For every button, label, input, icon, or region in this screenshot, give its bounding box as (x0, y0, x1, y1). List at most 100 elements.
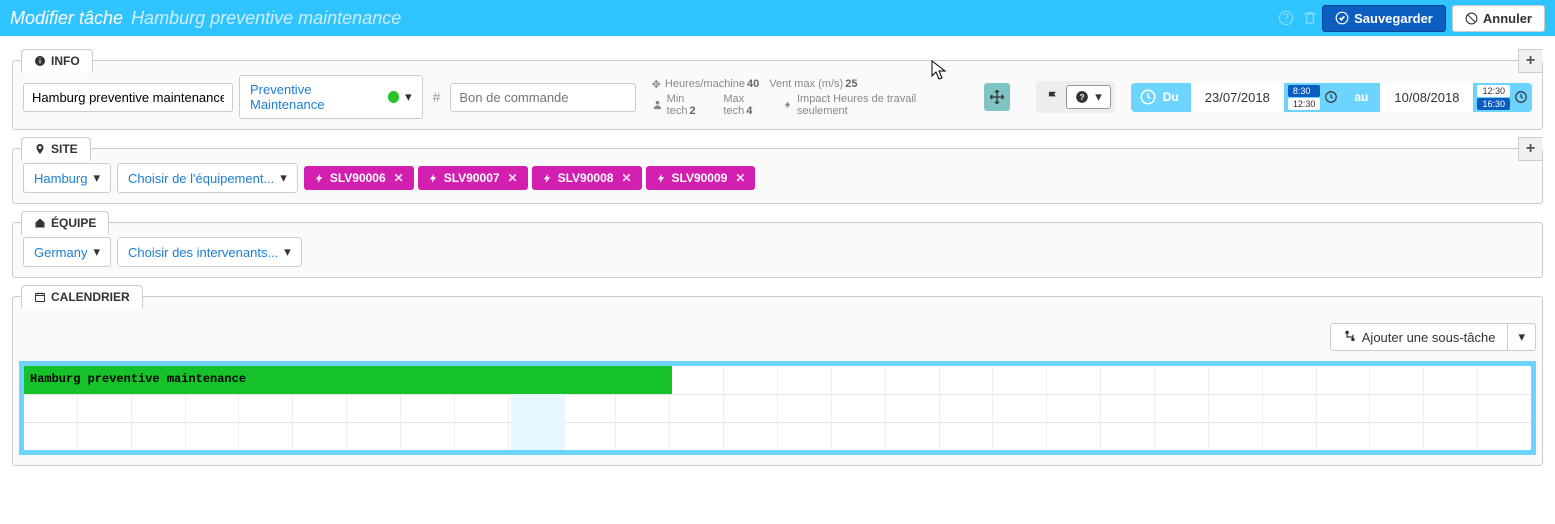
bolt-icon (314, 173, 325, 184)
task-meta: ✥ Heures/machine40 Vent max (m/s)25 Min … (652, 78, 970, 117)
wind-max-value: 25 (845, 78, 857, 90)
clock-icon (1514, 90, 1528, 104)
bolt-icon (428, 173, 439, 184)
caret-down-icon: ▾ (1095, 89, 1102, 105)
site-panel-title: SITE (51, 142, 78, 156)
bolt-icon (783, 100, 793, 110)
save-button-label: Sauvegarder (1354, 11, 1433, 26)
bolt-icon (542, 173, 553, 184)
from-time-end[interactable]: 12:30 (1288, 98, 1321, 110)
team-panel: ÉQUIPE Germany ▾ Choisir des intervenant… (12, 222, 1543, 278)
date-from-label: Du (1159, 90, 1183, 104)
caret-down-icon: ▾ (284, 244, 291, 260)
date-to-input[interactable]: 10/08/2018 (1380, 83, 1473, 112)
equipment-tag[interactable]: SLV90007 ✕ (418, 166, 528, 190)
hours-machine-label: Heures/machine (665, 78, 745, 90)
subtask-icon (1343, 330, 1357, 344)
remove-tag-icon[interactable]: ✕ (508, 171, 518, 185)
gantt-highlight (511, 394, 565, 450)
clock-icon (1324, 90, 1338, 104)
task-type-label: Preventive Maintenance (250, 82, 382, 112)
site-equipment-dropdown[interactable]: Choisir de l'équipement... ▾ (117, 163, 298, 193)
team-workers-dropdown[interactable]: Choisir des intervenants... ▾ (117, 237, 302, 267)
min-tech-label: Min tech (667, 93, 688, 117)
remove-tag-icon[interactable]: ✕ (394, 171, 404, 185)
site-equipment-label: Choisir de l'équipement... (128, 171, 274, 186)
move-icon: ✥ (652, 78, 661, 91)
caret-down-icon: ▾ (405, 89, 412, 105)
header-title: Modifier tâche (10, 8, 123, 29)
check-circle-icon (1335, 11, 1349, 25)
header-subtitle: Hamburg preventive maintenance (131, 8, 401, 29)
status-dot-icon (388, 91, 399, 103)
calendar-panel-title: CALENDRIER (51, 290, 130, 304)
date-to-label: au (1350, 90, 1372, 104)
purchase-order-input[interactable] (450, 83, 635, 112)
add-subtask-caret[interactable]: ▾ (1508, 323, 1536, 351)
team-base-label: Germany (34, 245, 87, 260)
cancel-icon (1465, 12, 1478, 25)
calendar-icon (34, 291, 46, 303)
from-time-start[interactable]: 8:30 (1288, 85, 1321, 97)
site-location-label: Hamburg (34, 171, 87, 186)
caret-down-icon: ▾ (280, 170, 287, 186)
hours-machine-value: 40 (747, 78, 759, 90)
move-button[interactable] (984, 83, 1011, 111)
cancel-button[interactable]: Annuler (1452, 5, 1545, 32)
gantt-chart[interactable]: Hamburg preventive maintenance (19, 361, 1536, 455)
info-add-button[interactable]: + (1518, 49, 1542, 73)
info-icon (34, 55, 46, 67)
header-bar: Modifier tâche Hamburg preventive mainte… (0, 0, 1555, 36)
equipment-tag-label: SLV90009 (672, 171, 728, 185)
team-panel-tab: ÉQUIPE (21, 211, 109, 235)
hash-icon: # (433, 89, 441, 105)
calendar-panel-tab: CALENDRIER (21, 285, 143, 309)
save-button[interactable]: Sauvegarder (1322, 5, 1446, 32)
svg-text:?: ? (1080, 93, 1085, 102)
site-panel-tab: SITE (21, 137, 91, 161)
priority-dropdown[interactable]: ? ▾ (1066, 85, 1111, 109)
equipment-tag[interactable]: SLV90009 ✕ (646, 166, 756, 190)
team-workers-label: Choisir des intervenants... (128, 245, 278, 260)
gantt-task-bar[interactable]: Hamburg preventive maintenance (24, 366, 672, 394)
remove-tag-icon[interactable]: ✕ (621, 171, 631, 185)
equipment-tag-label: SLV90008 (558, 171, 614, 185)
task-type-dropdown[interactable]: Preventive Maintenance ▾ (239, 75, 423, 119)
caret-down-icon: ▾ (93, 170, 100, 186)
pin-icon (34, 143, 46, 155)
date-from-input[interactable]: 23/07/2018 (1191, 83, 1284, 112)
help-icon[interactable] (1278, 10, 1294, 26)
delete-icon[interactable] (1302, 10, 1318, 26)
person-icon (652, 99, 663, 110)
caret-down-icon: ▾ (93, 244, 100, 260)
add-subtask-button[interactable]: Ajouter une sous-tâche (1330, 323, 1509, 351)
team-base-dropdown[interactable]: Germany ▾ (23, 237, 111, 267)
question-circle-icon: ? (1075, 90, 1089, 104)
equipment-tag[interactable]: SLV90006 ✕ (304, 166, 414, 190)
remove-tag-icon[interactable]: ✕ (735, 171, 745, 185)
calendar-panel: CALENDRIER Ajouter une sous-tâche ▾ (12, 296, 1543, 466)
equipment-tag-label: SLV90006 (330, 171, 386, 185)
to-time-end[interactable]: 16:30 (1477, 98, 1510, 110)
gantt-task-label: Hamburg preventive maintenance (30, 372, 246, 386)
max-tech-value: 4 (746, 105, 752, 117)
info-panel-title: INFO (51, 54, 80, 68)
site-panel: SITE + Hamburg ▾ Choisir de l'équipement… (12, 148, 1543, 204)
to-time-start[interactable]: 12:30 (1477, 85, 1510, 97)
site-add-button[interactable]: + (1518, 137, 1542, 161)
cancel-button-label: Annuler (1483, 11, 1532, 26)
add-subtask-label: Ajouter une sous-tâche (1362, 330, 1496, 345)
clock-icon (1139, 88, 1157, 106)
info-panel: INFO + Preventive Maintenance ▾ # ✥ Heur… (12, 60, 1543, 130)
site-location-dropdown[interactable]: Hamburg ▾ (23, 163, 111, 193)
impact-label: Impact (797, 93, 830, 105)
min-tech-value: 2 (689, 105, 695, 117)
equipment-tag-label: SLV90007 (444, 171, 500, 185)
info-panel-tab: INFO (21, 49, 93, 73)
task-name-input[interactable] (23, 83, 233, 112)
equipment-tag[interactable]: SLV90008 ✕ (532, 166, 642, 190)
max-tech-label: Max tech (723, 93, 744, 117)
flag-icon (1046, 90, 1060, 104)
priority-block: ? ▾ (1036, 81, 1115, 113)
home-icon (34, 217, 46, 229)
